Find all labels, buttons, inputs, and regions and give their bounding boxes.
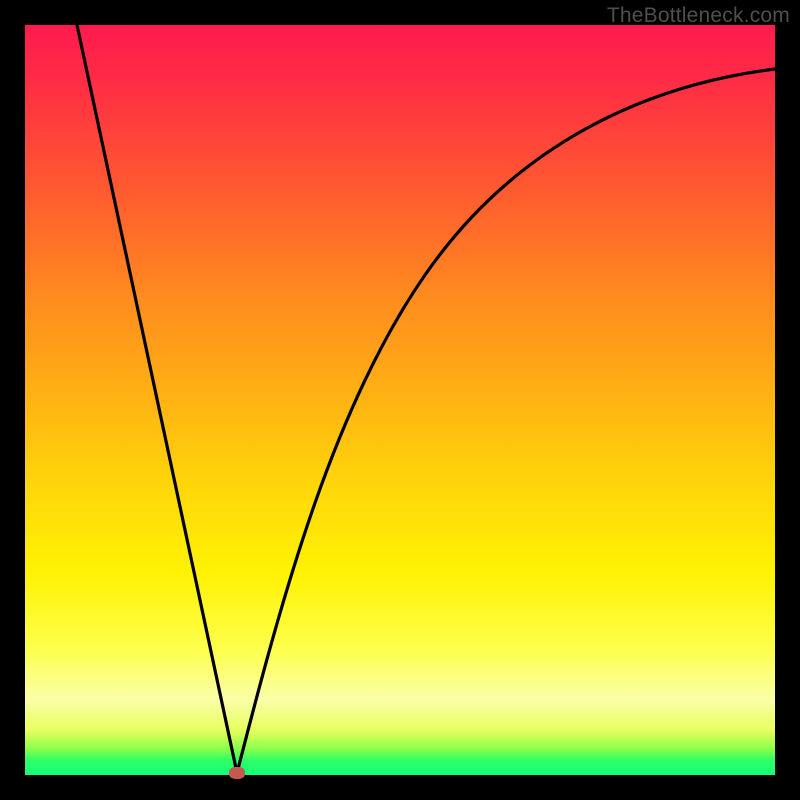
chart-frame: TheBottleneck.com (0, 0, 800, 800)
curve-left-branch (77, 25, 237, 773)
curve-right-branch (237, 69, 775, 773)
optimal-point-marker (229, 767, 245, 779)
bottleneck-curve (25, 25, 775, 775)
plot-area (25, 25, 775, 775)
watermark-text: TheBottleneck.com (607, 4, 790, 28)
